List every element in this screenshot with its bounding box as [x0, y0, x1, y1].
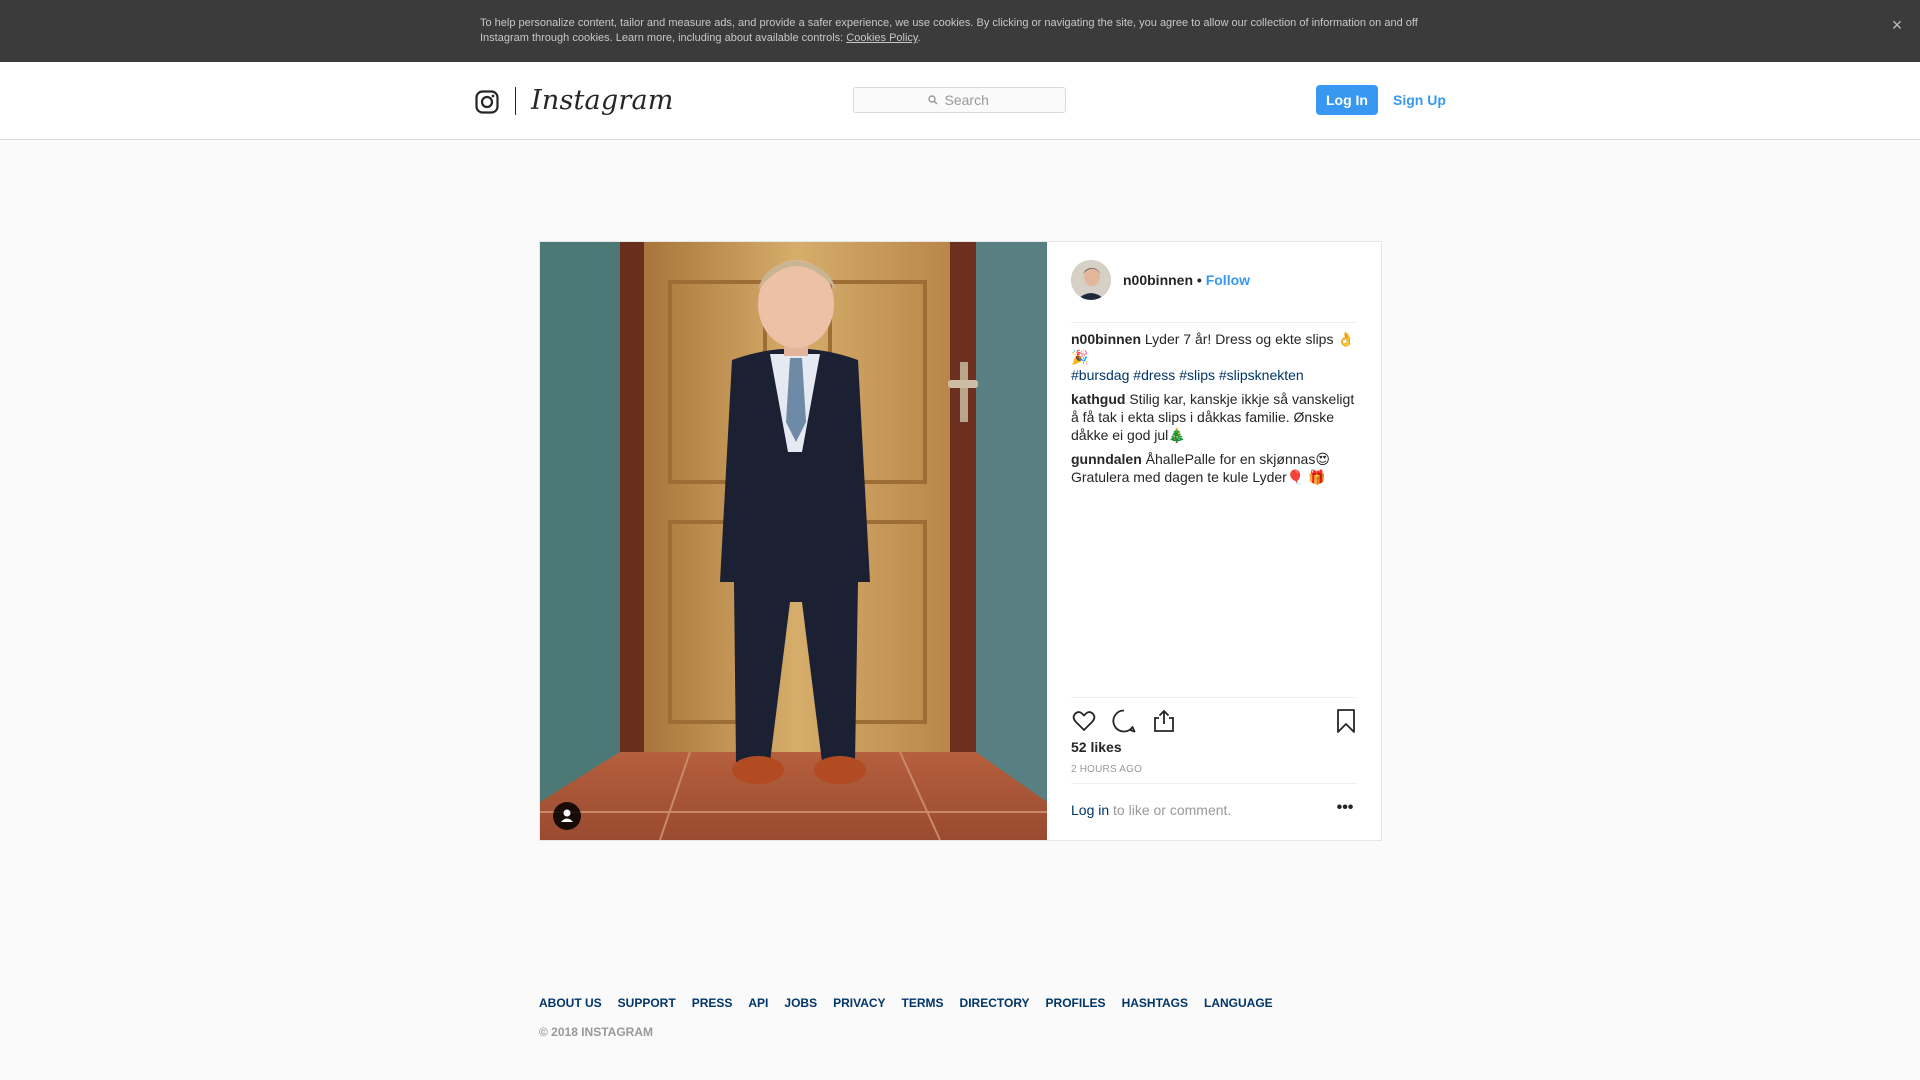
- top-navigation: Instagram Log In Sign Up: [0, 62, 1920, 140]
- post-card: n00binnen • Follow n00binnen Lyder 7 år!…: [539, 241, 1382, 841]
- hashtag-link[interactable]: #dress: [1133, 367, 1175, 383]
- post-actions: [1071, 697, 1357, 738]
- heart-icon[interactable]: [1071, 708, 1097, 734]
- share-icon[interactable]: [1151, 708, 1177, 734]
- login-button[interactable]: Log In: [1316, 85, 1378, 115]
- signup-link[interactable]: Sign Up: [1393, 85, 1446, 115]
- photo-illustration: [540, 242, 1047, 840]
- likes-count[interactable]: 52 likes: [1071, 739, 1122, 755]
- search-icon: [927, 95, 937, 105]
- avatar[interactable]: [1071, 260, 1111, 300]
- comment-icon[interactable]: [1111, 708, 1137, 734]
- logo-divider: [515, 87, 516, 115]
- instagram-wordmark[interactable]: Instagram: [531, 85, 674, 116]
- separator-dot: •: [1196, 272, 1202, 288]
- hashtag-link[interactable]: #slipsknekten: [1219, 367, 1304, 383]
- hashtag-link[interactable]: #bursdag: [1071, 367, 1129, 383]
- login-link[interactable]: Log in: [1071, 802, 1109, 818]
- more-options-icon[interactable]: •••: [1333, 800, 1357, 818]
- bookmark-icon[interactable]: [1333, 708, 1359, 734]
- footer-link-language[interactable]: LANGUAGE: [1204, 996, 1273, 1010]
- instagram-camera-icon[interactable]: [475, 90, 499, 114]
- author-username[interactable]: n00binnen: [1123, 272, 1193, 288]
- post-author-row: n00binnen • Follow: [1071, 260, 1357, 323]
- footer-link-jobs[interactable]: JOBS: [784, 996, 817, 1010]
- hashtag-link[interactable]: #slips: [1179, 367, 1215, 383]
- footer-nav: ABOUT US SUPPORT PRESS API JOBS PRIVACY …: [539, 996, 1289, 1010]
- footer-link-privacy[interactable]: PRIVACY: [833, 996, 885, 1010]
- person-icon: [561, 809, 573, 822]
- login-prompt-text: to like or comment.: [1109, 802, 1232, 818]
- footer-link-profiles[interactable]: PROFILES: [1046, 996, 1106, 1010]
- avatar-image: [1071, 260, 1111, 300]
- post-timestamp[interactable]: 2 HOURS AGO: [1071, 764, 1142, 775]
- tagged-people-badge[interactable]: [553, 802, 581, 830]
- comment-bar: Log in to like or comment. •••: [1071, 783, 1357, 836]
- post-photo[interactable]: [540, 242, 1047, 840]
- footer-link-terms[interactable]: TERMS: [902, 996, 944, 1010]
- footer-link-hashtags[interactable]: HASHTAGS: [1122, 996, 1188, 1010]
- search-box[interactable]: [853, 87, 1066, 113]
- cookie-notice-text: To help personalize content, tailor and …: [480, 16, 1440, 46]
- comment-item: gunndalen ÅhallePalle for en skjønnas😍 G…: [1071, 450, 1357, 486]
- cookie-notice-period: .: [917, 32, 921, 44]
- copyright-text: © 2018 INSTAGRAM: [539, 1025, 653, 1039]
- close-icon[interactable]: ×: [1886, 14, 1908, 36]
- caption-username[interactable]: n00binnen: [1071, 331, 1141, 347]
- comment-username[interactable]: gunndalen: [1071, 451, 1142, 467]
- comment-username[interactable]: kathgud: [1071, 391, 1125, 407]
- comment-item: kathgud Stilig kar, kanskje ikkje så van…: [1071, 390, 1357, 444]
- footer-link-directory[interactable]: DIRECTORY: [960, 996, 1030, 1010]
- footer-link-api[interactable]: API: [748, 996, 768, 1010]
- comments-list: n00binnen Lyder 7 år! Dress og ekte slip…: [1071, 330, 1357, 492]
- cookie-banner: To help personalize content, tailor and …: [0, 0, 1920, 62]
- footer-link-support[interactable]: SUPPORT: [618, 996, 676, 1010]
- footer-link-about[interactable]: ABOUT US: [539, 996, 602, 1010]
- cookies-policy-link[interactable]: Cookies Policy: [846, 32, 917, 44]
- follow-button[interactable]: Follow: [1206, 272, 1250, 288]
- cookie-notice-body: To help personalize content, tailor and …: [480, 17, 1418, 44]
- caption: n00binnen Lyder 7 år! Dress og ekte slip…: [1071, 330, 1357, 384]
- author-line: n00binnen • Follow: [1123, 271, 1250, 289]
- footer-link-press[interactable]: PRESS: [692, 996, 733, 1010]
- post-sidebar: n00binnen • Follow n00binnen Lyder 7 år!…: [1047, 242, 1381, 840]
- login-prompt: Log in to like or comment.: [1071, 802, 1231, 818]
- search-input[interactable]: [942, 91, 992, 109]
